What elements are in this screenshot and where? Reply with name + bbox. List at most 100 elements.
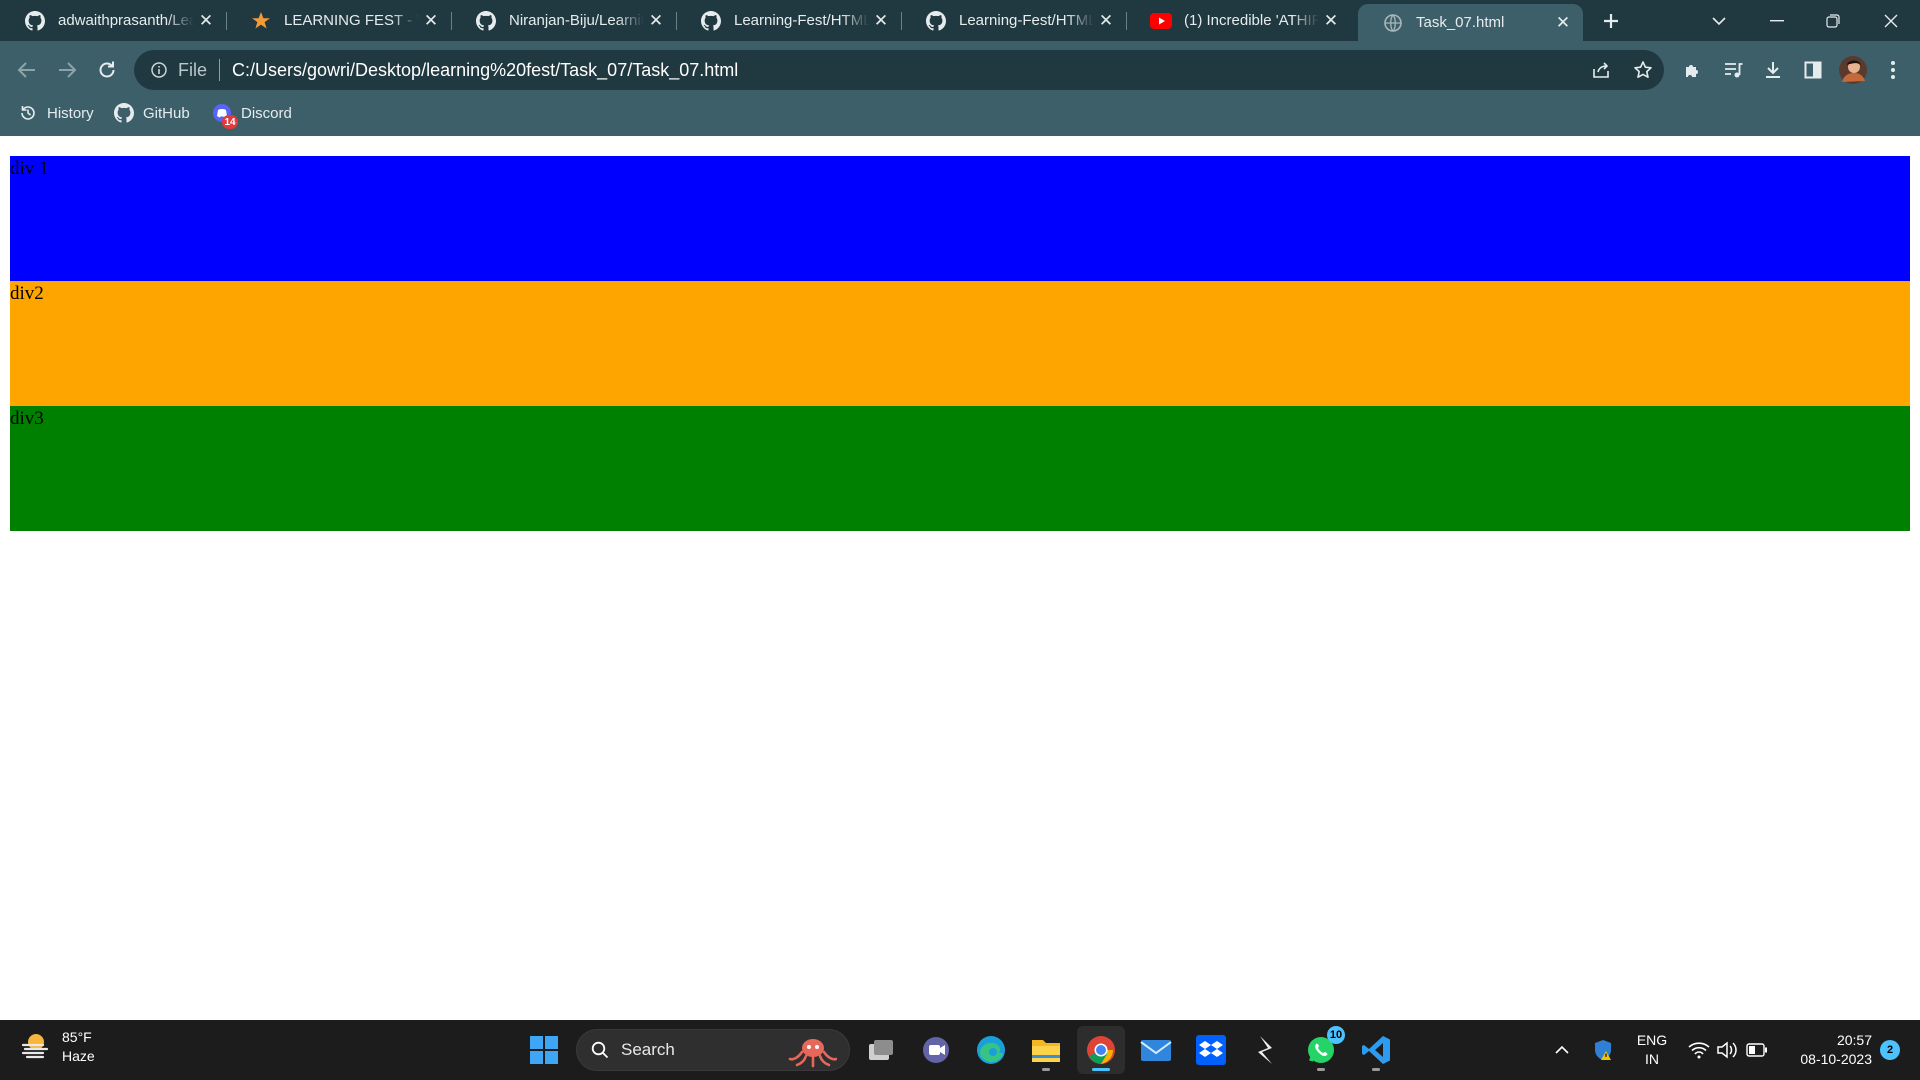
haze-weather-icon [20, 1030, 52, 1065]
div-1-block: div 1 [10, 156, 1910, 281]
tab-title: LEARNING FEST - WE [284, 12, 419, 29]
div-2-block: div2 [10, 281, 1910, 406]
notification-count: 2 [1880, 1040, 1900, 1060]
windows-taskbar: 85°F Haze Search 10 ENG IN 20:57 08-10-2… [0, 1020, 1920, 1080]
battery-icon[interactable] [1742, 1020, 1772, 1080]
start-button[interactable] [520, 1026, 568, 1074]
bookmark-history[interactable]: History [18, 100, 94, 126]
close-window-button[interactable] [1874, 0, 1908, 41]
download-icon[interactable] [1756, 53, 1790, 87]
close-icon[interactable]: ✕ [194, 9, 218, 33]
tab-7-active[interactable]: Task_07.html ✕ [1358, 4, 1583, 41]
close-icon[interactable]: ✕ [869, 9, 893, 33]
chrome-icon[interactable] [1077, 1026, 1125, 1074]
minimize-button[interactable] [1760, 0, 1794, 41]
url-divider [219, 59, 221, 81]
search-icon [591, 1041, 609, 1059]
weather-widget[interactable]: 85°F Haze [20, 1028, 95, 1066]
github-icon [24, 10, 46, 32]
close-icon[interactable]: ✕ [644, 9, 668, 33]
reload-button[interactable] [90, 53, 124, 87]
edge-icon[interactable] [967, 1026, 1015, 1074]
bookmark-discord[interactable]: 14 Discord [212, 100, 292, 129]
url-scheme: File [178, 59, 208, 80]
new-tab-button[interactable] [1596, 0, 1626, 41]
bookmark-label: Discord [241, 104, 292, 122]
whatsapp-badge: 10 [1327, 1026, 1345, 1044]
tab-3[interactable]: Niranjan-Biju/Learnin ✕ [451, 0, 676, 41]
avatar[interactable] [1836, 53, 1870, 87]
tab-5[interactable]: Learning-Fest/HTML/ ✕ [901, 0, 1126, 41]
div-2-label: div2 [10, 283, 44, 304]
notification-center-button[interactable]: 2 [1876, 1020, 1904, 1080]
discord-icon: 14 [212, 103, 238, 129]
language-line2: IN [1645, 1051, 1659, 1067]
fest-logo-icon [250, 10, 272, 32]
tab-title: adwaithprasanth/Lea [58, 12, 194, 29]
file-explorer-icon[interactable] [1022, 1026, 1070, 1074]
search-label: Search [621, 1040, 675, 1059]
globe-icon [1382, 12, 1404, 34]
tab-title: Learning-Fest/HTML/ [959, 12, 1094, 29]
terminal-app-icon[interactable] [1242, 1026, 1290, 1074]
side-panel-icon[interactable] [1796, 53, 1830, 87]
github-icon [114, 103, 134, 123]
back-button[interactable] [10, 53, 44, 87]
tab-2[interactable]: LEARNING FEST - WE ✕ [226, 0, 451, 41]
tab-1[interactable]: adwaithprasanth/Lea ✕ [0, 0, 226, 41]
chevron-up-icon[interactable] [1548, 1020, 1576, 1080]
clock-date: 08-10-2023 [1800, 1051, 1872, 1067]
tab-title: Learning-Fest/HTML/ [734, 12, 869, 29]
div-3-label: div3 [10, 408, 44, 429]
page-viewport: div 1 div2 div3 [0, 136, 1920, 1020]
weather-condition: Haze [62, 1048, 95, 1064]
teams-chat-icon[interactable] [912, 1026, 960, 1074]
close-icon[interactable]: ✕ [1551, 11, 1575, 35]
restore-button[interactable] [1816, 0, 1850, 41]
close-icon[interactable]: ✕ [419, 9, 443, 33]
mail-icon[interactable] [1132, 1026, 1180, 1074]
tab-title: (1) Incredible 'ATHIR/ [1184, 12, 1319, 29]
running-indicator [1372, 1068, 1380, 1071]
close-icon[interactable]: ✕ [1319, 9, 1343, 33]
tab-6[interactable]: (1) Incredible 'ATHIR/ ✕ [1126, 0, 1351, 41]
tab-title: Task_07.html [1416, 14, 1505, 31]
div-3-block: div3 [10, 406, 1910, 531]
discord-badge: 14 [222, 115, 238, 129]
github-icon [475, 10, 497, 32]
tab-4[interactable]: Learning-Fest/HTML/ ✕ [676, 0, 901, 41]
volume-icon[interactable] [1712, 1020, 1742, 1080]
tab-strip: adwaithprasanth/Lea ✕ LEARNING FEST - WE… [0, 0, 1920, 41]
address-bar[interactable]: File C:/Users/gowri/Desktop/learning%20f… [134, 50, 1664, 90]
menu-kebab-icon[interactable] [1876, 53, 1910, 87]
history-icon [18, 103, 38, 123]
url-text[interactable]: C:/Users/gowri/Desktop/learning%20fest/T… [232, 60, 738, 81]
running-indicator [1317, 1068, 1325, 1071]
github-icon [700, 10, 722, 32]
wifi-icon[interactable] [1684, 1020, 1714, 1080]
extensions-icon[interactable] [1676, 53, 1710, 87]
security-warning-icon[interactable] [1588, 1020, 1618, 1080]
dropbox-icon[interactable] [1187, 1026, 1235, 1074]
search-highlight-icon [787, 1034, 838, 1073]
info-icon[interactable] [150, 61, 168, 79]
forward-button[interactable] [50, 53, 84, 87]
clock-time: 20:57 [1836, 1032, 1872, 1048]
whatsapp-icon[interactable]: 10 [1297, 1026, 1345, 1074]
share-icon[interactable] [1584, 53, 1618, 87]
bookmark-label: GitHub [143, 104, 190, 122]
language-line1: ENG [1636, 1032, 1668, 1048]
media-control-icon[interactable] [1716, 53, 1750, 87]
bookmark-label: History [47, 104, 94, 122]
vscode-icon[interactable] [1352, 1026, 1400, 1074]
bookmark-github[interactable]: GitHub [114, 100, 190, 126]
bookmark-star-icon[interactable] [1626, 53, 1660, 87]
tab-title: Niranjan-Biju/Learnin [509, 12, 644, 29]
clock[interactable]: 20:57 08-10-2023 [1782, 1020, 1872, 1080]
taskbar-search[interactable]: Search [576, 1029, 850, 1071]
language-indicator[interactable]: ENG IN [1628, 1020, 1676, 1080]
task-view-button[interactable] [857, 1026, 905, 1074]
tab-search-chevron-icon[interactable] [1702, 0, 1736, 41]
github-icon [925, 10, 947, 32]
close-icon[interactable]: ✕ [1094, 9, 1118, 33]
